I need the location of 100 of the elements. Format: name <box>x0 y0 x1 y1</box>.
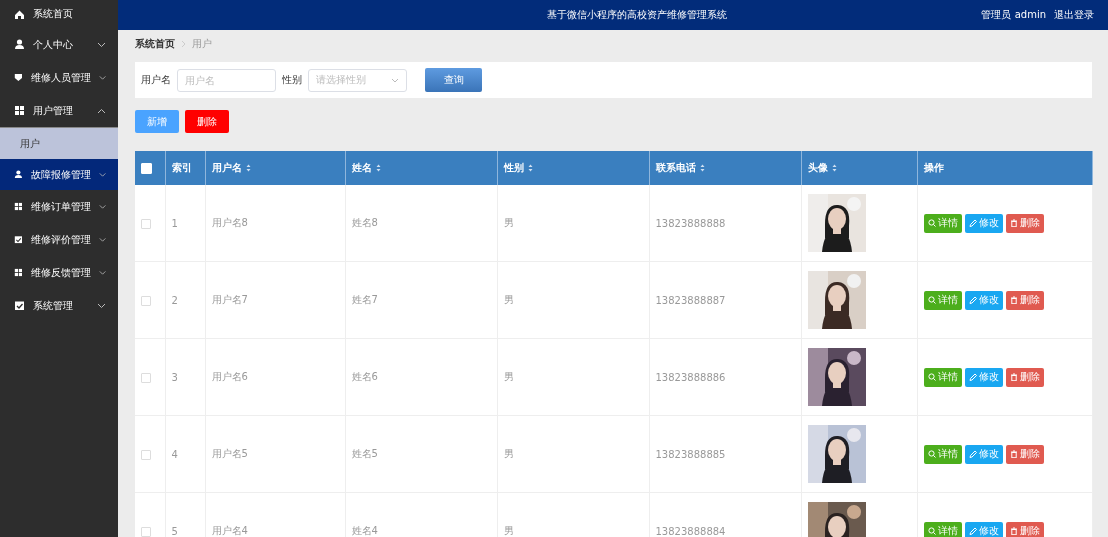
sidebar-item[interactable]: 系统首页 <box>0 0 118 28</box>
grid-icon <box>14 201 23 212</box>
chevron-down-icon <box>98 236 106 243</box>
row-checkbox[interactable] <box>141 449 151 460</box>
edit-button[interactable]: 修改 <box>964 367 1003 387</box>
delete-button[interactable]: 删除 <box>185 110 229 133</box>
table-cell: 3 <box>171 371 178 383</box>
column-header[interactable]: 性别 <box>503 161 524 175</box>
details-button[interactable]: 详情 <box>923 521 962 537</box>
delete-button[interactable]: 删除 <box>1005 521 1044 537</box>
sidebar-item[interactable]: 维修订单管理 <box>0 190 118 223</box>
details-button[interactable]: 详情 <box>923 367 962 387</box>
edit-button[interactable]: 修改 <box>964 213 1003 233</box>
sort-icon <box>375 164 381 172</box>
sidebar-item[interactable]: 维修评价管理 <box>0 223 118 256</box>
trash-icon <box>1009 527 1018 535</box>
sort-icon <box>831 164 837 172</box>
table-cell: 13823888887 <box>655 294 726 306</box>
app-title: 基于微信小程序的高校资产维修管理系统 <box>545 8 728 22</box>
column-header[interactable]: 姓名 <box>351 161 372 175</box>
table-cell: 姓名5 <box>351 448 378 459</box>
table-cell: 2 <box>171 294 178 306</box>
pencil-icon <box>968 296 977 304</box>
sidebar-item[interactable]: 维修人员管理 <box>0 61 118 94</box>
pencil-icon <box>968 373 977 381</box>
table-cell: 5 <box>171 525 178 537</box>
edit-button[interactable]: 修改 <box>964 521 1003 537</box>
chevron-down-icon <box>97 41 106 48</box>
row-checkbox[interactable] <box>141 295 151 306</box>
sort-icon <box>699 164 705 172</box>
chevron-down-icon <box>391 77 399 83</box>
delete-button[interactable]: 删除 <box>1005 290 1044 310</box>
chevron-down-icon <box>97 302 106 309</box>
trash-icon <box>1009 296 1018 304</box>
user-label: 管理员 admin <box>981 8 1046 22</box>
submenu-item[interactable]: 用户 <box>0 127 118 159</box>
table-cell: 男 <box>503 448 514 459</box>
clipboard-icon <box>14 234 23 245</box>
sidebar-item[interactable]: 故障报修管理 <box>0 159 118 190</box>
search-icon <box>927 219 936 227</box>
delete-button[interactable]: 删除 <box>1005 367 1044 387</box>
trash-icon <box>1009 219 1018 227</box>
table-cell: 姓名6 <box>351 371 378 382</box>
sidebar-item[interactable]: 个人中心 <box>0 28 118 61</box>
user-icon <box>14 169 23 180</box>
search-field[interactable]: 用户名 <box>177 68 276 92</box>
trash-icon <box>1009 450 1018 458</box>
sidebar-item[interactable]: 系统管理 <box>0 289 118 322</box>
edit-button[interactable]: 修改 <box>964 290 1003 310</box>
separator-icon <box>181 40 186 48</box>
table-cell: 13823888888 <box>655 217 726 229</box>
row-checkbox[interactable] <box>141 218 151 229</box>
chevron-down-icon <box>98 171 106 178</box>
delete-button[interactable]: 删除 <box>1005 444 1044 464</box>
column-header[interactable]: 头像 <box>807 161 828 175</box>
details-button[interactable]: 详情 <box>923 213 962 233</box>
sort-icon <box>245 164 251 172</box>
table-cell: 13823888884 <box>655 525 726 537</box>
table-cell: 用户名4 <box>211 525 248 536</box>
grid-icon <box>14 267 23 278</box>
add-button[interactable]: 新增 <box>135 110 179 133</box>
delete-button[interactable]: 删除 <box>1005 213 1044 233</box>
search-icon <box>927 373 936 381</box>
pencil-icon <box>968 219 977 227</box>
details-button[interactable]: 详情 <box>923 290 962 310</box>
table-cell: 姓名4 <box>351 525 378 536</box>
row-checkbox[interactable] <box>141 526 151 537</box>
breadcrumb-item[interactable]: 系统首页 <box>135 37 175 51</box>
table-cell: 男 <box>503 217 514 228</box>
row-checkbox[interactable] <box>141 372 151 383</box>
select-all-checkbox[interactable] <box>141 162 152 174</box>
shield-icon <box>14 72 23 83</box>
pencil-icon <box>968 527 977 535</box>
column-header[interactable]: 用户名 <box>211 161 242 175</box>
search-button[interactable]: 查询 <box>425 68 482 92</box>
chevron-up-icon <box>97 107 106 114</box>
breadcrumb-item[interactable]: 用户 <box>192 37 212 51</box>
chevron-down-icon <box>98 203 106 210</box>
details-button[interactable]: 详情 <box>923 444 962 464</box>
column-header[interactable]: 联系电话 <box>655 161 696 175</box>
chevron-down-icon <box>98 74 106 81</box>
table-cell: 13823888885 <box>655 448 726 460</box>
sidebar-item[interactable]: 用户管理 <box>0 94 118 127</box>
edit-button[interactable]: 修改 <box>964 444 1003 464</box>
table-cell: 男 <box>503 371 514 382</box>
search-icon <box>927 527 936 535</box>
home-icon <box>14 8 25 20</box>
table-cell: 用户名7 <box>211 294 248 305</box>
user-icon <box>14 39 25 50</box>
pencil-icon <box>968 450 977 458</box>
field-label: 用户名 <box>141 73 171 87</box>
table-cell: 用户名5 <box>211 448 248 459</box>
trash-icon <box>1009 373 1018 381</box>
table-cell: 男 <box>503 525 514 536</box>
grid-icon <box>14 105 25 116</box>
table-cell: 1 <box>171 217 178 229</box>
search-icon <box>927 296 936 304</box>
sidebar-item[interactable]: 维修反馈管理 <box>0 256 118 289</box>
logout-link[interactable]: 退出登录 <box>1054 8 1094 22</box>
sort-icon <box>527 164 533 172</box>
